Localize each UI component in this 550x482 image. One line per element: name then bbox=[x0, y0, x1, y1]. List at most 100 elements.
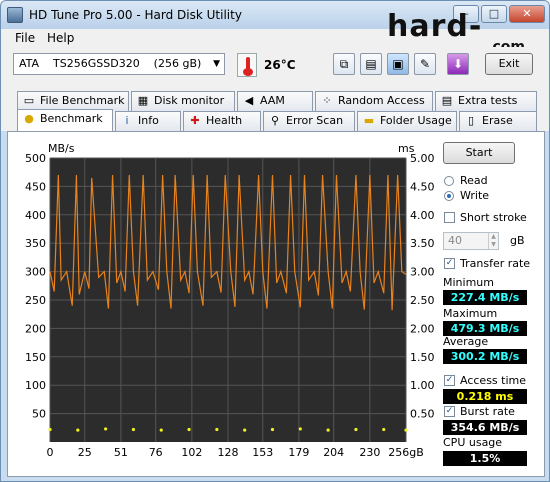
tab-strip: ▭ File Benchmark ▦ Disk monitor ◀ AAM ⁘ Rand… bbox=[1, 85, 549, 131]
spin-down-icon[interactable]: ▼ bbox=[488, 241, 498, 249]
menu-file[interactable]: File bbox=[15, 31, 35, 45]
y-right-tick-label: 1.50 bbox=[410, 351, 435, 364]
access-time-point bbox=[187, 427, 191, 432]
cpu-usage-label: CPU usage bbox=[443, 436, 503, 449]
average-value: 300.2 MB/s bbox=[443, 349, 527, 364]
hdtune-app-icon bbox=[7, 7, 23, 23]
short-stroke-input[interactable]: 40 ▲ ▼ bbox=[443, 232, 499, 250]
drive-select[interactable]: ATA TS256GSSD320 (256 gB) ▼ bbox=[13, 53, 225, 75]
access-time-point bbox=[270, 427, 275, 432]
burst-rate-label: Burst rate bbox=[460, 405, 515, 418]
tab-erase[interactable]: ▯ Erase bbox=[459, 111, 537, 131]
access-time-point bbox=[298, 427, 302, 431]
access-time-checkbox[interactable]: ✓ bbox=[444, 375, 455, 386]
x-tick-label: 0 bbox=[47, 446, 54, 459]
magnifier-icon: ⚲ bbox=[270, 114, 280, 127]
tab-info[interactable]: i Info bbox=[115, 111, 181, 131]
y-left-tick-label: 500 bbox=[25, 152, 46, 165]
thermometer-icon bbox=[237, 53, 257, 77]
lightbulb-icon: ● bbox=[24, 112, 34, 125]
minimum-label: Minimum bbox=[443, 276, 494, 289]
benchmark-panel: 500 5.00 450 4.50 400 4.00 350 3.50 300 3.00 250 2.… bbox=[7, 131, 545, 477]
average-label: Average bbox=[443, 335, 489, 348]
y-left-tick-label: 400 bbox=[25, 209, 46, 222]
temperature-readout: 26°C bbox=[264, 58, 296, 72]
burst-rate-value: 354.6 MB/s bbox=[443, 420, 527, 435]
tab-benchmark[interactable]: ● Benchmark bbox=[17, 109, 113, 131]
tab-disk-monitor[interactable]: ▦ Disk monitor bbox=[131, 91, 235, 111]
extra-tests-icon: ▤ bbox=[441, 94, 453, 107]
x-tick-label: 153 bbox=[252, 446, 273, 459]
access-time-point bbox=[243, 428, 247, 432]
write-radio[interactable] bbox=[444, 191, 454, 201]
spin-up-icon[interactable]: ▲ bbox=[488, 233, 498, 241]
y-left-axis-label: MB/s bbox=[48, 142, 75, 155]
tab-folder-usage[interactable]: ▬ Folder Usage bbox=[357, 111, 457, 131]
info-icon: i bbox=[125, 114, 129, 127]
y-left-tick-label: 250 bbox=[25, 294, 46, 307]
access-time-point bbox=[76, 428, 80, 432]
app-window: HD Tune Pro 5.00 - Hard Disk Utility – □… bbox=[0, 0, 550, 482]
copy-info-button[interactable]: ⧉ bbox=[333, 53, 355, 75]
file-benchmark-icon: ▭ bbox=[23, 94, 35, 107]
read-label: Read bbox=[460, 174, 488, 187]
y-left-tick-label: 450 bbox=[25, 180, 46, 193]
read-radio[interactable] bbox=[444, 176, 454, 186]
access-time-point bbox=[104, 427, 108, 431]
tab-aam[interactable]: ◀ AAM bbox=[237, 91, 313, 111]
x-tick-label: 204 bbox=[323, 446, 344, 459]
access-time-point bbox=[404, 428, 408, 432]
y-left-tick-label: 350 bbox=[25, 237, 46, 250]
y-right-tick-label: 3.00 bbox=[410, 266, 435, 279]
benchmark-chart: 500 5.00450 4.50400 4.00350 3.50300 3.00250 2.… bbox=[25, 142, 435, 459]
window-title: HD Tune Pro 5.00 - Hard Disk Utility bbox=[29, 8, 242, 22]
access-time-point bbox=[48, 427, 52, 432]
y-right-axis-label: ms bbox=[398, 142, 415, 155]
start-button[interactable]: Start bbox=[443, 142, 515, 164]
transfer-rate-label: Transfer rate bbox=[460, 257, 531, 270]
tab-error-scan[interactable]: ⚲ Error Scan bbox=[263, 111, 355, 131]
chevron-down-icon: ▼ bbox=[213, 59, 220, 69]
y-right-tick-label: 4.50 bbox=[410, 180, 435, 193]
y-left-tick-label: 50 bbox=[32, 408, 46, 421]
health-cross-icon: ✚ bbox=[190, 114, 200, 127]
access-time-point bbox=[382, 427, 386, 432]
speaker-icon: ◀ bbox=[244, 94, 254, 107]
exit-button[interactable]: Exit bbox=[485, 53, 533, 75]
maximum-value: 479.3 MB/s bbox=[443, 321, 527, 336]
tab-file-benchmark[interactable]: ▭ File Benchmark bbox=[17, 91, 129, 111]
y-right-tick-label: 0.50 bbox=[410, 408, 435, 421]
access-time-point bbox=[131, 427, 136, 432]
copy-image-button[interactable]: ▤ bbox=[360, 53, 382, 75]
x-tick-label: 25 bbox=[78, 446, 92, 459]
x-tick-label: 179 bbox=[288, 446, 309, 459]
x-tick-label: 256gB bbox=[388, 446, 424, 459]
short-stroke-checkbox[interactable] bbox=[444, 212, 455, 223]
short-stroke-label: Short stroke bbox=[460, 211, 527, 224]
x-tick-label: 51 bbox=[114, 446, 128, 459]
x-tick-label: 128 bbox=[218, 446, 239, 459]
y-left-tick-label: 200 bbox=[25, 322, 46, 335]
access-time-point bbox=[215, 427, 219, 432]
menu-help[interactable]: Help bbox=[47, 31, 74, 45]
access-time-point bbox=[354, 427, 358, 432]
download-icon[interactable]: ⬇ bbox=[447, 53, 469, 75]
access-time-point bbox=[326, 428, 330, 432]
y-right-tick-label: 2.00 bbox=[410, 322, 435, 335]
tab-health[interactable]: ✚ Health bbox=[183, 111, 261, 131]
trash-icon: ▯ bbox=[467, 114, 475, 127]
access-time-point bbox=[159, 428, 163, 432]
write-label: Write bbox=[460, 189, 490, 202]
save-icon[interactable]: ▣ bbox=[387, 53, 409, 75]
y-right-tick-label: 2.50 bbox=[410, 294, 435, 307]
options-icon[interactable]: ✎ bbox=[414, 53, 436, 75]
tab-random-access[interactable]: ⁘ Random Access bbox=[315, 91, 433, 111]
burst-rate-checkbox[interactable]: ✓ bbox=[444, 406, 455, 417]
transfer-rate-checkbox[interactable]: ✓ bbox=[444, 258, 455, 269]
maximum-label: Maximum bbox=[443, 307, 498, 320]
tab-extra-tests[interactable]: ▤ Extra tests bbox=[435, 91, 537, 111]
access-time-value: 0.218 ms bbox=[443, 389, 527, 404]
y-right-tick-label: 4.00 bbox=[410, 209, 435, 222]
x-tick-label: 102 bbox=[181, 446, 202, 459]
folder-icon: ▬ bbox=[363, 114, 375, 127]
